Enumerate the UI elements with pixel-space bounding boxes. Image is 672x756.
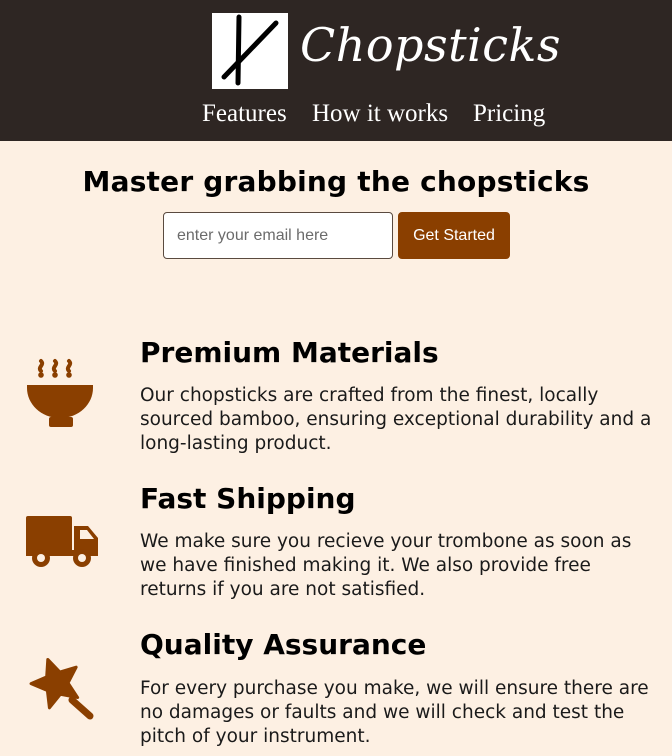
nav-link-features[interactable]: Features xyxy=(202,99,287,129)
feature-text: For every purchase you make, we will ens… xyxy=(140,678,649,747)
brand-name: Chopsticks xyxy=(300,18,562,72)
feature-title: Premium Materials xyxy=(140,336,439,369)
truck-icon xyxy=(24,512,100,575)
main-nav: Features How it works Pricing xyxy=(202,99,562,131)
nav-link-pricing[interactable]: Pricing xyxy=(473,99,545,129)
chopsticks-logo-icon[interactable] xyxy=(212,13,288,89)
email-input[interactable] xyxy=(163,212,393,259)
get-started-button[interactable]: Get Started xyxy=(398,212,510,259)
chopsticks-logo-svg xyxy=(221,14,279,86)
feature-title: Quality Assurance xyxy=(140,628,427,661)
site-header: Chopsticks Features How it works Pricing xyxy=(0,0,672,141)
nav-link-how-it-works[interactable]: How it works xyxy=(312,99,448,129)
hero-title: Master grabbing the chopsticks xyxy=(82,165,590,198)
feature-text: Our chopsticks are crafted from the fine… xyxy=(140,385,652,454)
bowl-icon xyxy=(24,357,98,436)
feature-title: Fast Shipping xyxy=(140,482,356,515)
feature-text: We make sure you recieve your trombone a… xyxy=(140,531,632,600)
magic-wand-star-icon xyxy=(26,654,100,727)
